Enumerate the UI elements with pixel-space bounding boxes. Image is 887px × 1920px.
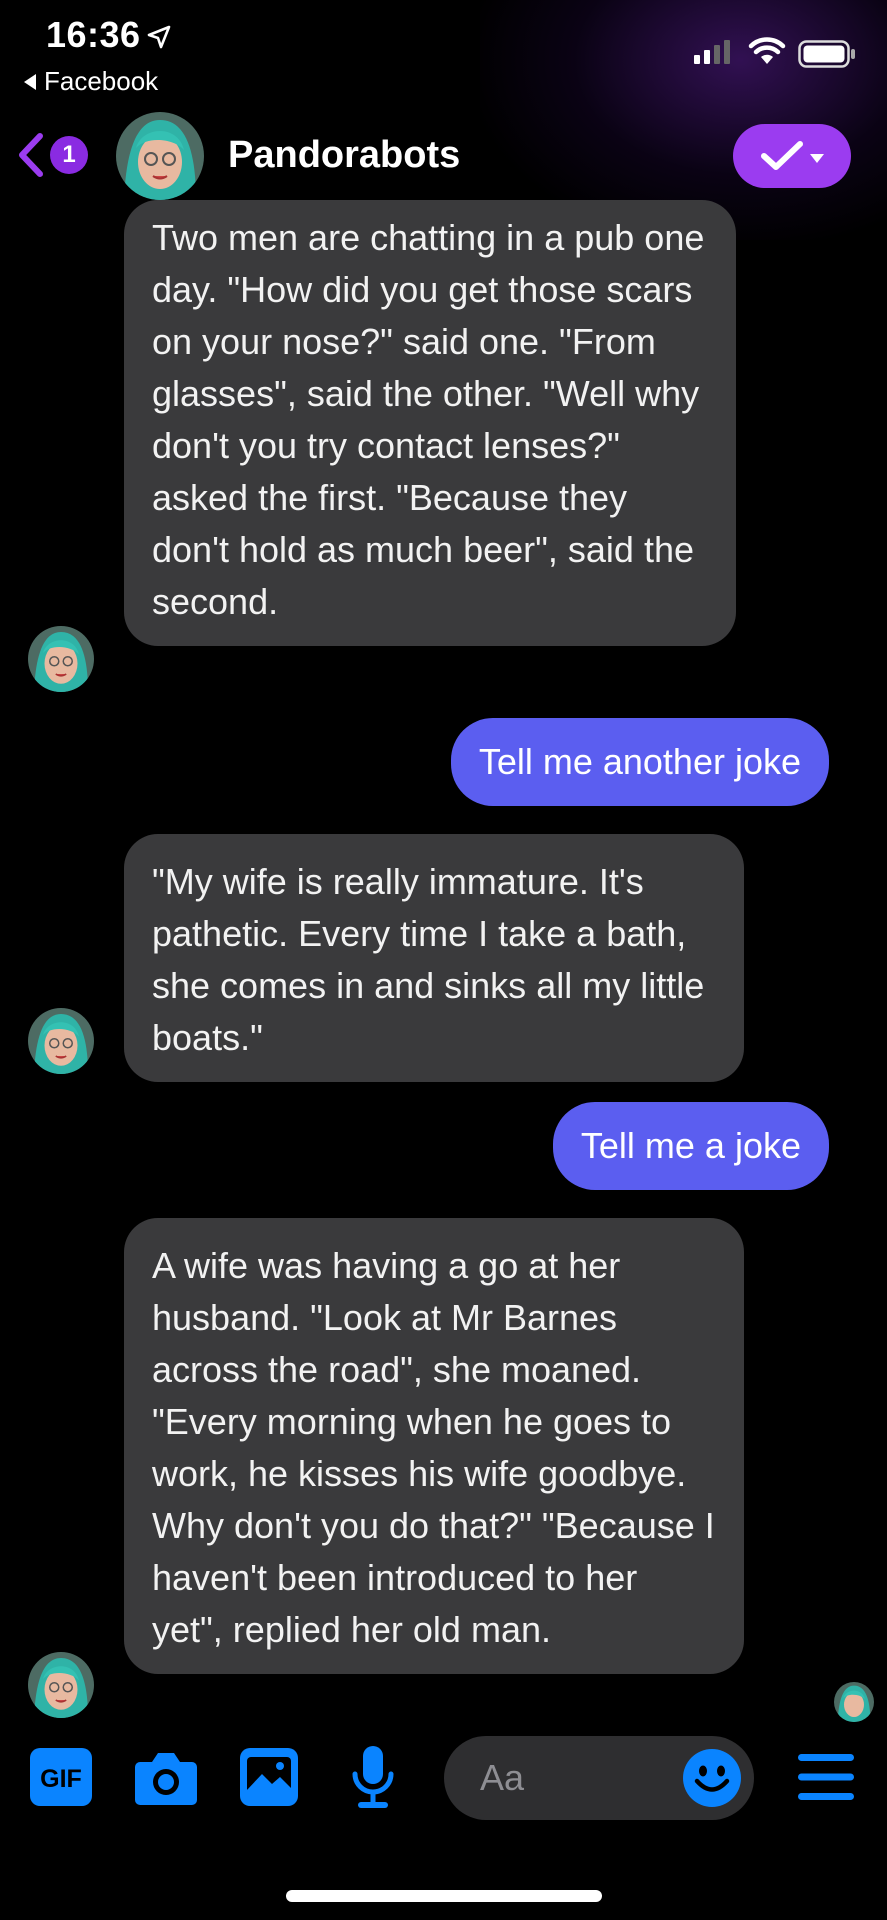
message-avatar[interactable] xyxy=(28,1008,94,1074)
outgoing-message[interactable]: Tell me another joke xyxy=(450,718,829,806)
gif-icon[interactable]: GIF xyxy=(30,1748,92,1806)
menu-icon[interactable] xyxy=(798,1754,854,1800)
home-indicator[interactable] xyxy=(286,1890,602,1902)
chevron-left-icon xyxy=(19,133,43,177)
incoming-message[interactable]: Two men are chatting in a pub one day. "… xyxy=(124,200,736,646)
avatar-face-image xyxy=(116,112,204,200)
emoji-icon[interactable] xyxy=(682,1748,742,1808)
message-input[interactable] xyxy=(480,1754,640,1802)
checkmark-icon xyxy=(761,141,803,170)
avatar-face-image xyxy=(28,1008,94,1074)
battery-icon xyxy=(798,40,855,68)
seen-receipt-avatar xyxy=(834,1682,874,1722)
back-triangle-icon xyxy=(24,73,36,90)
back-app-label: Facebook xyxy=(44,66,159,96)
back-button[interactable]: 1 xyxy=(16,130,88,180)
avatar-face-image xyxy=(28,1652,94,1718)
avatar-face-image xyxy=(28,626,94,692)
unread-count-badge: 1 xyxy=(50,136,88,174)
message-input-container xyxy=(444,1736,754,1820)
incoming-message[interactable]: A wife was having a go at her husband. "… xyxy=(124,1218,744,1674)
wifi-icon xyxy=(748,37,786,64)
avatar-face-image xyxy=(834,1682,874,1722)
bot-avatar[interactable] xyxy=(116,112,204,200)
message-avatar[interactable] xyxy=(28,1652,94,1718)
incoming-message[interactable]: "My wife is really immature. It's pathet… xyxy=(124,834,744,1082)
conversation-title[interactable]: Pandorabots xyxy=(228,134,460,177)
checkmark-dropdown-button[interactable] xyxy=(733,124,851,188)
outgoing-message[interactable]: Tell me a joke xyxy=(552,1102,829,1190)
status-time: 16:36 xyxy=(46,14,141,55)
chevron-down-icon xyxy=(810,153,824,163)
camera-icon[interactable] xyxy=(134,1748,198,1806)
message-avatar[interactable] xyxy=(28,626,94,692)
location-arrow-icon xyxy=(147,25,171,49)
microphone-icon[interactable] xyxy=(352,1746,394,1810)
image-icon[interactable] xyxy=(240,1748,298,1806)
cellular-signal-icon xyxy=(694,40,730,64)
gif-label: GIF xyxy=(40,1765,82,1793)
messenger-screen: 16:36 Facebook 1 Pandorabots Two men are… xyxy=(0,0,887,1920)
back-to-facebook-link[interactable]: Facebook xyxy=(24,66,158,97)
